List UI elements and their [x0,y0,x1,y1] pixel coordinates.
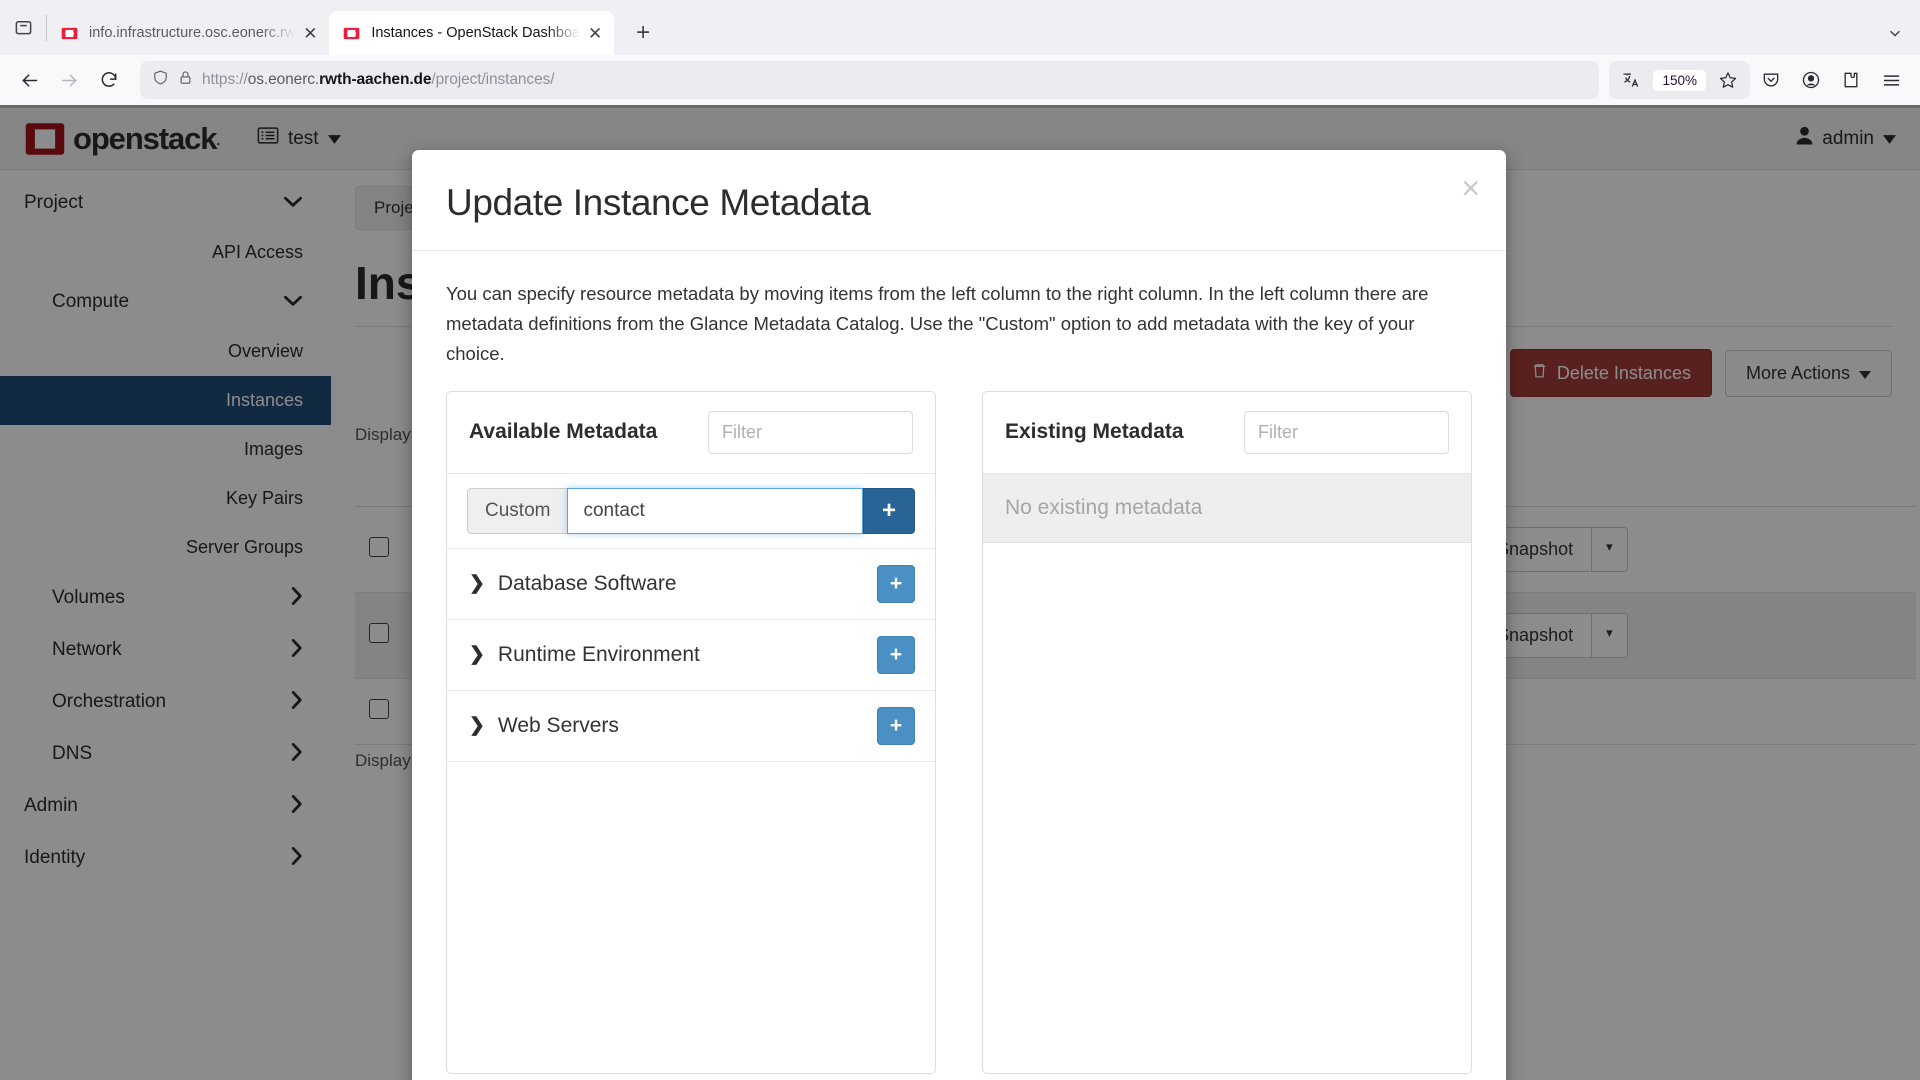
existing-metadata-header: Existing Metadata [983,392,1471,474]
back-arrow-icon[interactable] [10,61,48,99]
modal-description: You can specify resource metadata by mov… [446,283,1429,364]
add-namespace-button[interactable]: + [877,706,915,745]
extensions-icon[interactable] [1832,61,1870,99]
existing-list-empty-space [983,543,1471,1073]
existing-metadata-title: Existing Metadata [1005,420,1184,444]
metadata-namespace-item[interactable]: ❯ Database Software + [447,549,935,620]
available-metadata-panel: Available Metadata Custom [446,390,936,1074]
browser-tab-title: info.infrastructure.osc.eonerc.rw [89,25,296,41]
translate-icon[interactable] [1612,61,1650,99]
add-namespace-button[interactable]: + [877,564,915,603]
account-icon[interactable] [1792,61,1830,99]
openstack-favicon [342,24,360,42]
chevron-right-icon[interactable]: ❯ [469,716,485,735]
existing-metadata-empty-message: No existing metadata [983,473,1471,543]
modal-body: You can specify resource metadata by mov… [412,251,1506,1080]
browser-tab-1[interactable]: Instances - OpenStack Dashboa ✕ [329,11,615,55]
new-tab-button[interactable]: + [624,14,662,52]
metadata-namespace-item[interactable]: ❯ Runtime Environment + [447,620,935,691]
metadata-namespace-item[interactable]: ❯ Web Servers + [447,691,935,762]
available-filter-input[interactable] [722,421,935,443]
url-text: https://os.eonerc.rwth-aachen.de/project… [202,71,555,88]
chevron-right-icon[interactable]: ❯ [469,574,485,593]
existing-metadata-panel: Existing Metadata No existing metadata [982,390,1472,1074]
custom-label: Custom [467,487,568,534]
namespace-label: Web Servers [497,713,619,737]
shield-icon[interactable] [152,69,169,91]
openstack-dashboard: openstack. test admin Project API Access… [0,108,1920,1080]
namespace-label: Database Software [497,571,677,595]
close-icon[interactable]: × [1461,172,1480,204]
add-custom-metadata-button[interactable]: + [863,487,915,534]
lock-icon [178,70,193,90]
namespace-left: ❯ Database Software [469,572,677,596]
chevron-down-icon[interactable] [1876,14,1914,52]
close-icon[interactable]: ✕ [582,20,608,46]
browser-tab-0[interactable]: info.infrastructure.osc.eonerc.rw ✕ [47,11,329,55]
modal-header: Update Instance Metadata × [412,150,1506,251]
namespace-label: Runtime Environment [497,642,700,666]
url-bar[interactable]: https://os.eonerc.rwth-aachen.de/project… [140,61,1600,99]
openstack-favicon [60,24,78,42]
namespace-left: ❯ Web Servers [469,714,619,738]
metadata-columns: Available Metadata Custom [446,390,1472,1074]
close-icon[interactable]: ✕ [297,20,323,46]
existing-filter-input[interactable] [1258,421,1471,443]
existing-filter-box[interactable] [1244,410,1471,454]
namespace-left: ❯ Runtime Environment [469,643,700,667]
browser-tab-title: Instances - OpenStack Dashboa [371,25,581,41]
available-metadata-title: Available Metadata [469,420,658,444]
add-namespace-button[interactable]: + [877,635,915,674]
tab-strip: info.infrastructure.osc.eonerc.rw ✕ Inst… [0,0,1920,55]
chevron-right-icon[interactable]: ❯ [469,645,485,664]
custom-metadata-row: Custom + [447,474,935,549]
browser-chrome: info.infrastructure.osc.eonerc.rw ✕ Inst… [0,0,1920,108]
hamburger-menu-icon[interactable] [1872,61,1910,99]
zoom-level-indicator[interactable]: 150% [1653,69,1706,91]
custom-key-input-wrap[interactable] [567,487,863,534]
modal-title: Update Instance Metadata [446,182,871,223]
toolbar-right-actions: 150% [1609,61,1910,99]
available-metadata-header: Available Metadata [447,392,935,474]
tab-list-icon[interactable] [0,0,46,55]
custom-key-input[interactable] [568,488,862,533]
star-icon[interactable] [1709,61,1747,99]
browser-toolbar: https://os.eonerc.rwth-aachen.de/project… [0,55,1920,105]
update-instance-metadata-modal: Update Instance Metadata × You can speci… [412,150,1506,1080]
available-filter-box[interactable] [708,410,935,454]
urlbar-inline-actions: 150% [1609,61,1750,99]
pocket-icon[interactable] [1752,61,1790,99]
forward-arrow-icon[interactable] [50,61,88,99]
available-list-empty-space [447,762,935,1073]
reload-icon[interactable] [90,61,128,99]
